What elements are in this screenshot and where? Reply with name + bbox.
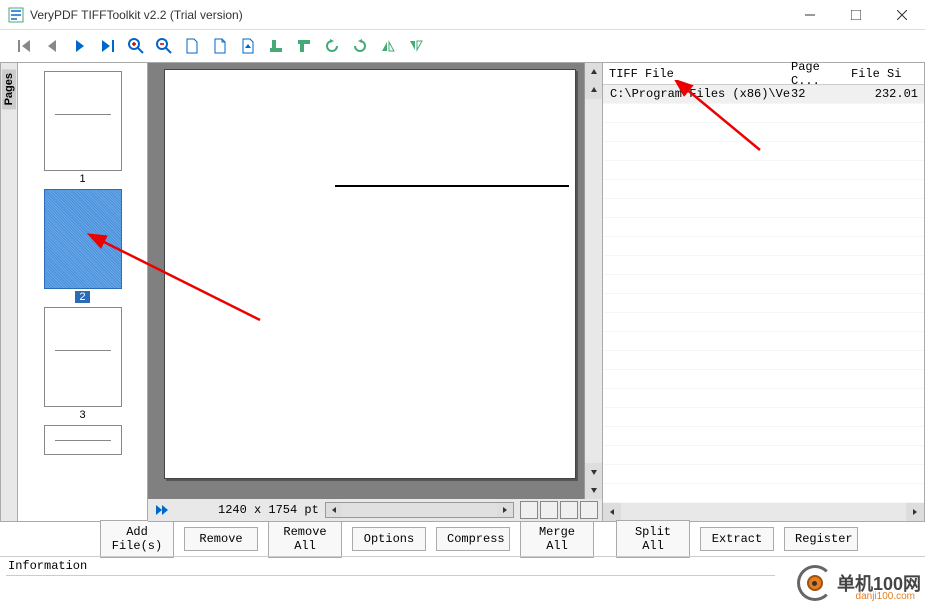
thumbnail-2[interactable]: 2 (22, 189, 143, 303)
window-title: VeryPDF TIFFToolkit v2.2 (Trial version) (30, 8, 787, 22)
merge-all-button[interactable]: Merge All (520, 520, 594, 558)
watermark-url: danji100.com (856, 591, 915, 602)
compress-button[interactable]: Compress (436, 527, 510, 551)
maximize-button[interactable] (833, 0, 879, 30)
scroll-down-button[interactable] (585, 463, 602, 481)
minimize-button[interactable] (787, 0, 833, 30)
flip-h-icon[interactable] (376, 34, 400, 58)
watermark: 单机100网 danji100.com (797, 565, 921, 601)
prev-page-button[interactable] (40, 34, 64, 58)
vertical-scrollbar[interactable] (584, 63, 602, 499)
new-doc-icon[interactable] (180, 34, 204, 58)
file-list-body[interactable]: C:\Program Files (x86)\Ver... 32 232.01 (603, 85, 924, 503)
zoom-out-button[interactable] (152, 34, 176, 58)
save-doc-icon[interactable] (236, 34, 260, 58)
preview-page (164, 69, 576, 479)
pages-tab[interactable]: Pages (0, 62, 18, 522)
file-pagecount: 32 (791, 87, 851, 101)
rotate-left-icon[interactable] (320, 34, 344, 58)
remove-all-button[interactable]: Remove All (268, 520, 342, 558)
main-area: Pages 1 2 3 (0, 62, 925, 522)
first-page-button[interactable] (12, 34, 36, 58)
thumbnails-panel[interactable]: 1 2 3 (18, 62, 148, 522)
status-bar: Information (0, 556, 925, 580)
fit-mode-3-icon[interactable] (560, 501, 578, 519)
rotate-right-icon[interactable] (348, 34, 372, 58)
zoom-in-button[interactable] (124, 34, 148, 58)
thumb-label: 1 (79, 173, 85, 185)
register-button[interactable]: Register (784, 527, 858, 551)
horizontal-scrollbar[interactable] (325, 502, 514, 518)
flip-v-icon[interactable] (404, 34, 428, 58)
scroll-down-button-2[interactable] (585, 481, 602, 499)
close-button[interactable] (879, 0, 925, 30)
action-button-row: Add File(s) Remove Remove All Options Co… (0, 522, 925, 556)
extract-button[interactable]: Extract (700, 527, 774, 551)
next-page-button[interactable] (68, 34, 92, 58)
last-page-button[interactable] (96, 34, 120, 58)
add-files-button[interactable]: Add File(s) (100, 520, 174, 558)
scroll-left-button[interactable] (603, 503, 621, 521)
scroll-left-button[interactable] (326, 503, 342, 517)
fit-mode-1-icon[interactable] (520, 501, 538, 519)
pages-tab-label: Pages (2, 69, 16, 109)
left-expand-icon[interactable] (154, 501, 172, 519)
file-list-header: TIFF File Page C... File Si (603, 63, 924, 85)
status-text: Information (8, 559, 87, 573)
remove-button[interactable]: Remove (184, 527, 258, 551)
split-all-button[interactable]: Split All (616, 520, 690, 558)
preview-status-bar: 1240 x 1754 pt (148, 499, 602, 521)
scroll-right-button[interactable] (906, 503, 924, 521)
thumbnail-1[interactable]: 1 (22, 71, 143, 185)
col-tiff-file[interactable]: TIFF File (603, 67, 791, 81)
watermark-logo-icon (797, 565, 833, 601)
thumb-label: 2 (75, 291, 89, 303)
titlebar: VeryPDF TIFFToolkit v2.2 (Trial version) (0, 0, 925, 30)
file-row[interactable]: C:\Program Files (x86)\Ver... 32 232.01 (603, 85, 924, 103)
thumbnail-4[interactable] (22, 425, 143, 455)
thumbnail-3[interactable]: 3 (22, 307, 143, 421)
app-icon (8, 7, 24, 23)
fit-mode-4-icon[interactable] (580, 501, 598, 519)
file-list-panel: TIFF File Page C... File Si C:\Program F… (603, 62, 925, 522)
fit-mode-2-icon[interactable] (540, 501, 558, 519)
page-dimensions: 1240 x 1754 pt (218, 503, 319, 517)
scroll-up-button-2[interactable] (585, 81, 602, 99)
options-button[interactable]: Options (352, 527, 426, 551)
toolbar (0, 30, 925, 62)
scroll-up-button[interactable] (585, 63, 602, 81)
open-doc-icon[interactable] (208, 34, 232, 58)
file-horizontal-scrollbar[interactable] (603, 503, 924, 521)
file-path: C:\Program Files (x86)\Ver... (610, 87, 791, 101)
tool-a-icon[interactable] (264, 34, 288, 58)
col-file-size[interactable]: File Si (851, 67, 924, 81)
preview-panel: 1240 x 1754 pt (148, 62, 603, 522)
tool-b-icon[interactable] (292, 34, 316, 58)
col-page-count[interactable]: Page C... (791, 60, 851, 88)
file-size: 232.01 (851, 87, 924, 101)
scroll-right-button[interactable] (497, 503, 513, 517)
thumb-label: 3 (79, 409, 85, 421)
preview-viewport[interactable] (156, 69, 584, 499)
